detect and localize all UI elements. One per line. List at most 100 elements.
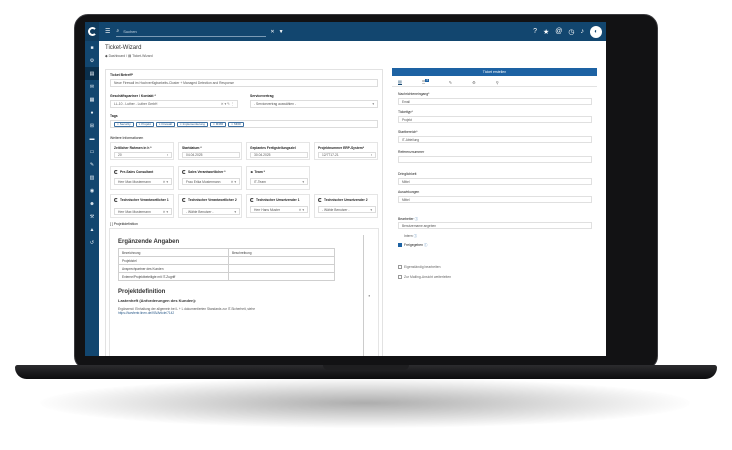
tab-settings[interactable]: ⚙: [472, 80, 476, 85]
tag-chip[interactable]: × MDR: [228, 121, 244, 127]
tickettyp-input[interactable]: Projekt: [398, 116, 592, 123]
tag-chip[interactable]: × Firewall: [155, 121, 175, 127]
kontakt-select[interactable]: LL-10 - Luther - Luther GmbH ✕ ▾ ✎ ⋮: [110, 100, 238, 108]
sales-label: Sales Verantwortlicher *: [188, 170, 226, 174]
clear-search-icon[interactable]: ✕: [270, 29, 274, 35]
freigegeben-option[interactable]: Freigegeben ⓘ: [398, 242, 428, 248]
auswirkungen-input[interactable]: Mittel: [398, 196, 592, 203]
menu-icon[interactable]: ☰: [105, 28, 110, 35]
sidebar-item-tools[interactable]: ⚒: [85, 210, 99, 223]
tu1-select[interactable]: Herr Hans Muster ✕ ▾: [250, 206, 308, 213]
search-input[interactable]: ⌕ Suchen: [116, 27, 267, 37]
timer-icon[interactable]: ◷: [568, 28, 574, 36]
close-icon[interactable]: ×: [159, 122, 161, 126]
bearbeiter-input[interactable]: Benutzername angeben: [398, 222, 592, 229]
sidebar-item-calendar[interactable]: ▦: [85, 93, 99, 106]
tab-link[interactable]: ⚲: [496, 80, 499, 85]
sidebar-item-dashboard[interactable]: ■: [85, 41, 99, 54]
help-icon[interactable]: ?: [533, 28, 537, 35]
tv2-select[interactable]: - Wähle Benutzer - ▾: [182, 208, 240, 215]
tu1-actions-icon[interactable]: ✕ ▾: [299, 208, 304, 212]
tag-chip[interactable]: × Implementierung: [176, 121, 208, 127]
presales-actions-icon[interactable]: ✕ ▾: [163, 180, 168, 184]
editor-link[interactable]: https://kwsfentr.linen.de/KB/Article/714…: [118, 311, 363, 315]
close-icon[interactable]: ×: [180, 122, 182, 126]
intern-option[interactable]: Intern ⓘ: [404, 233, 417, 238]
freigegeben-checkbox[interactable]: [398, 243, 402, 248]
rich-text-editor[interactable]: Ergänzende Angaben Bezeichnung Beschreib…: [114, 235, 364, 356]
tag-label: M365: [215, 122, 224, 126]
eigenes-option[interactable]: Eigenständig bearbeiten: [398, 265, 441, 270]
editor-toolbar-icon[interactable]: ▪: [369, 293, 370, 298]
mail-icon[interactable]: @: [555, 28, 562, 35]
referenz-input[interactable]: [398, 156, 592, 163]
referenz-label: Referenznummer: [398, 150, 425, 154]
tv2-label: Technischer Verantwortlicher 2: [188, 198, 237, 202]
tv1-actions-icon[interactable]: ✕ ▾: [163, 210, 168, 214]
close-icon[interactable]: ×: [231, 122, 233, 126]
tag-chip[interactable]: × Security: [114, 121, 134, 127]
tags-label: Tags: [110, 114, 118, 118]
sidebar-item-messages[interactable]: ▭: [85, 145, 99, 158]
sidebar-item-security[interactable]: ▲: [85, 223, 99, 236]
tickettyp-label: Tickettyp*: [398, 110, 413, 114]
tu2-select[interactable]: - Wähle Benutzer - ▾: [318, 206, 376, 213]
tab-details[interactable]: ▤: [398, 79, 402, 85]
chevron-down-icon: ▾: [370, 207, 372, 212]
ende-input[interactable]: 30.04.2025: [250, 152, 308, 158]
app-logo[interactable]: [85, 22, 99, 41]
startbereich-input[interactable]: IT-Abteilung: [398, 136, 592, 143]
tv1-select[interactable]: Herr Max Mustermann ✕ ▾: [114, 208, 172, 215]
intern-label: Intern: [404, 234, 413, 238]
table-row: Ansprechpartner des Kunden: [118, 264, 335, 273]
dringlichkeit-label: Dringlichkeit: [398, 172, 417, 176]
close-icon[interactable]: ×: [213, 122, 215, 126]
tab-edit[interactable]: ✎: [449, 80, 452, 85]
sidebar-item-location[interactable]: ●: [85, 106, 99, 119]
sidebar-item-settings[interactable]: ⚙: [85, 54, 99, 67]
sidebar-item-documents[interactable]: ▥: [85, 171, 99, 184]
table-cell: Externe/Projektbeteiligte mit IT-Zugriff: [118, 272, 229, 281]
tag-chip[interactable]: × M365: [209, 121, 227, 127]
close-icon[interactable]: ×: [117, 122, 119, 126]
rahmen-input[interactable]: 20 ▪: [114, 152, 172, 158]
sidebar-item-users[interactable]: ☻: [85, 197, 99, 210]
tags-input[interactable]: × Security × Projekt × Firewall × Implementieru…: [110, 120, 378, 128]
sidebar-item-knowledge[interactable]: ◉: [85, 184, 99, 197]
tv2-value: - Wähle Benutzer -: [186, 209, 214, 214]
start-label: Startdatum *: [182, 146, 202, 150]
filter-icon[interactable]: ▼: [279, 29, 284, 35]
sales-actions-icon[interactable]: ✕ ▾: [231, 180, 236, 184]
tab-list[interactable]: ☰3: [422, 79, 429, 85]
betreff-input[interactable]: Neue Firewall im Hochverfügbarkeits-Clus…: [110, 79, 378, 87]
projnr-input[interactable]: 12/7717-21 ▪: [318, 152, 376, 158]
sales-select[interactable]: Frau Erika Mustermann ✕ ▾: [182, 178, 240, 185]
team-select[interactable]: IT-Team ▾: [250, 178, 308, 185]
sidebar-item-tasks[interactable]: ✎: [85, 158, 99, 171]
start-input[interactable]: 04.04.2025: [182, 152, 240, 158]
sidebar-item-reports[interactable]: ▬: [85, 132, 99, 145]
breadcrumb-home[interactable]: Dashboard: [109, 54, 126, 58]
create-ticket-button[interactable]: Ticket erstellen: [392, 68, 597, 76]
eigenes-checkbox[interactable]: [398, 265, 402, 270]
sidebar-item-tickets[interactable]: ▤: [85, 67, 99, 80]
favorites-icon[interactable]: ★: [543, 28, 549, 36]
mailing-option[interactable]: Zur Mailing-Ansicht weiterleiten: [398, 275, 451, 280]
close-icon[interactable]: ×: [139, 122, 141, 126]
mailing-checkbox[interactable]: [398, 275, 402, 280]
service-select[interactable]: - Servicevertrag auswählen - ▾: [250, 100, 378, 108]
dringlichkeit-input[interactable]: Mittel: [398, 178, 592, 185]
refresh-icon: [182, 198, 186, 203]
nachricht-input[interactable]: Email: [398, 98, 592, 105]
sidebar-item-history[interactable]: ↺: [85, 236, 99, 249]
tag-chip[interactable]: × Projekt: [135, 121, 154, 127]
service-label: Servicevertrag: [250, 94, 274, 98]
info-icon: ⓘ: [424, 243, 428, 247]
presales-select[interactable]: Herr Max Mustermann ✕ ▾: [114, 178, 172, 185]
table-header: Bezeichnung: [118, 248, 229, 257]
sidebar-item-contacts[interactable]: ✉: [85, 80, 99, 93]
bell-icon[interactable]: ♪: [581, 28, 585, 35]
kontakt-actions-icon[interactable]: ✕ ▾ ✎ ⋮: [221, 102, 234, 106]
sidebar-item-network[interactable]: ⊞: [85, 119, 99, 132]
user-avatar[interactable]: ◐: [590, 25, 602, 38]
